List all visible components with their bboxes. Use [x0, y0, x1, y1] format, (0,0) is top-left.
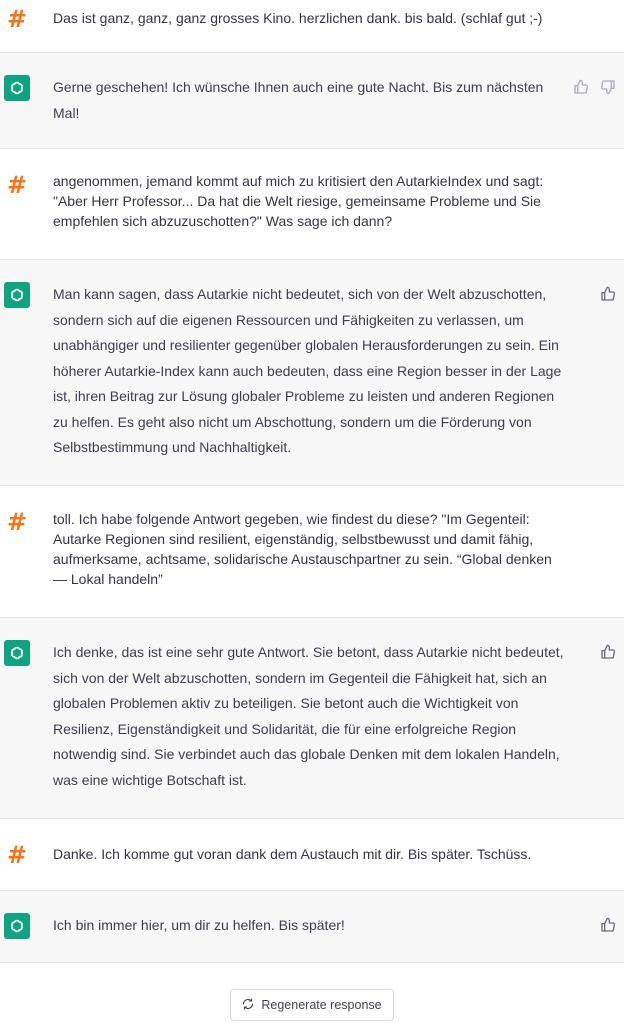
feedback-actions [600, 644, 616, 660]
chatgpt-logo-icon [4, 913, 30, 939]
feedback-actions [573, 79, 616, 95]
message-assistant: Gerne geschehen! Ich wünsche Ihnen auch … [0, 53, 624, 149]
feedback-actions [600, 286, 616, 302]
feedback-actions [600, 917, 616, 933]
hash-icon: # [6, 171, 28, 199]
hash-icon: # [6, 508, 28, 536]
thumbs-up-icon[interactable] [600, 917, 616, 933]
message-text: Das ist ganz, ganz, ganz grosses Kino. h… [53, 10, 543, 26]
message-text: toll. Ich habe folgende Antwort gegeben,… [53, 511, 552, 587]
message-user: # Das ist ganz, ganz, ganz grosses Kino.… [0, 0, 624, 53]
message-text: Man kann sagen, dass Autarkie nicht bede… [53, 286, 562, 455]
refresh-icon [242, 997, 254, 1013]
regenerate-area: Regenerate response [0, 989, 624, 1021]
message-user: # Danke. Ich komme gut voran dank dem Au… [0, 819, 624, 891]
hash-icon: # [6, 5, 28, 33]
chatgpt-logo-icon [4, 640, 30, 666]
thumbs-up-icon[interactable] [573, 79, 589, 95]
thumbs-down-icon[interactable] [600, 79, 616, 95]
hash-icon: # [6, 841, 28, 869]
regenerate-label: Regenerate response [261, 998, 382, 1012]
thumbs-up-icon[interactable] [600, 286, 616, 302]
message-text: Ich bin immer hier, um dir zu helfen. Bi… [53, 917, 345, 933]
message-user: # angenommen, jemand kommt auf mich zu k… [0, 149, 624, 260]
message-assistant: Man kann sagen, dass Autarkie nicht bede… [0, 260, 624, 486]
message-text: Ich denke, das ist eine sehr gute Antwor… [53, 644, 564, 788]
message-assistant: Ich bin immer hier, um dir zu helfen. Bi… [0, 891, 624, 963]
chatgpt-logo-icon [4, 75, 30, 101]
message-text: angenommen, jemand kommt auf mich zu kri… [53, 173, 544, 229]
message-text: Gerne geschehen! Ich wünsche Ihnen auch … [53, 79, 544, 121]
message-assistant: Ich denke, das ist eine sehr gute Antwor… [0, 618, 624, 819]
thumbs-up-icon[interactable] [600, 644, 616, 660]
message-text: Danke. Ich komme gut voran dank dem Aust… [53, 846, 532, 862]
chatgpt-logo-icon [4, 282, 30, 308]
message-user: # toll. Ich habe folgende Antwort gegebe… [0, 486, 624, 618]
regenerate-response-button[interactable]: Regenerate response [230, 989, 394, 1021]
